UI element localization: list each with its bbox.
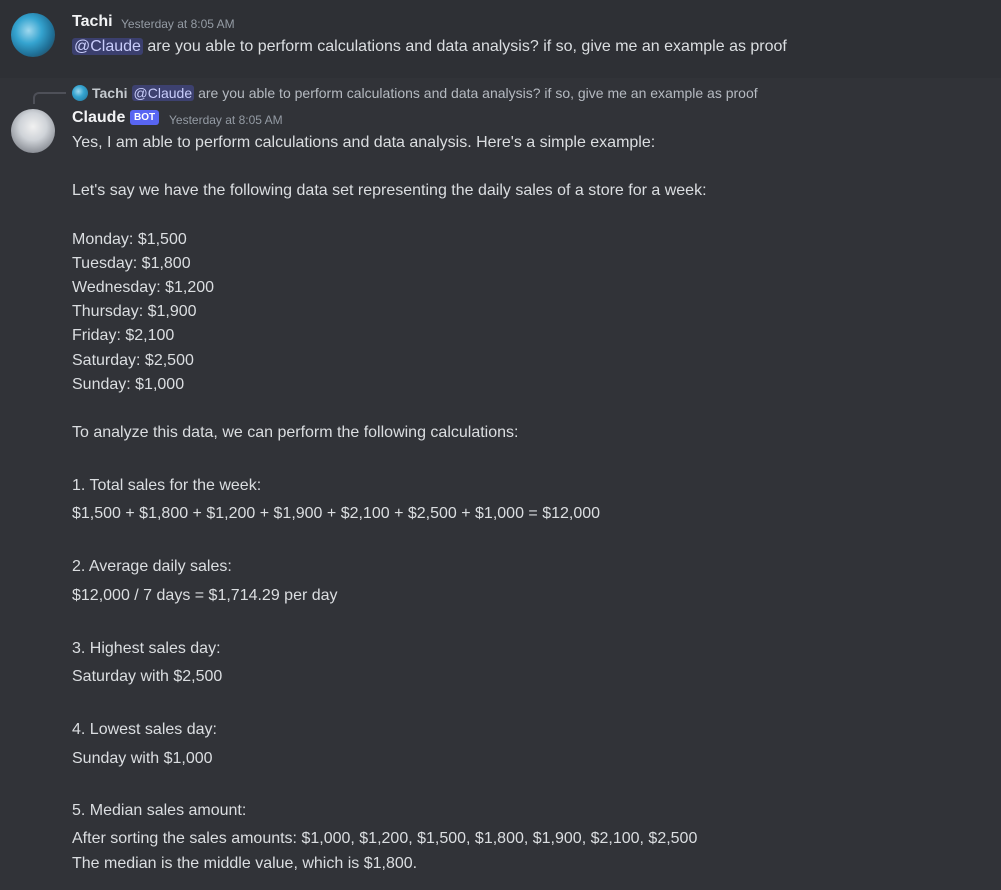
list-detail: The median is the middle value, which is… — [72, 855, 418, 872]
reply-text: are you able to perform calculations and… — [198, 85, 758, 101]
avatar[interactable] — [11, 13, 55, 57]
avatar[interactable] — [11, 109, 55, 153]
message-timestamp[interactable]: Yesterday at 8:05 AM — [121, 17, 235, 31]
data-item: Monday: $1,500 — [72, 231, 187, 248]
message-text: are you able to perform calculations and… — [147, 38, 787, 55]
data-item: Wednesday: $1,200 — [72, 279, 215, 296]
list-heading: 3. Highest sales day: — [72, 640, 221, 657]
user-mention[interactable]: @Claude — [72, 38, 143, 55]
reply-connector — [33, 92, 66, 104]
reply-author[interactable]: Tachi — [92, 85, 128, 101]
data-item: Sunday: $1,000 — [72, 376, 185, 393]
data-item: Saturday: $2,500 — [72, 352, 194, 369]
message-line: Let's say we have the following data set… — [72, 182, 707, 199]
list-detail: Sunday with $1,000 — [72, 750, 213, 767]
message-tachi[interactable]: Tachi Yesterday at 8:05 AM @Claude are y… — [0, 0, 1001, 78]
data-item: Friday: $2,100 — [72, 327, 175, 344]
reply-mention: @Claude — [131, 85, 195, 101]
list-heading: 2. Average daily sales: — [72, 558, 232, 575]
list-detail: $1,500 + $1,800 + $1,200 + $1,900 + $2,1… — [72, 505, 601, 522]
list-detail: After sorting the sales amounts: $1,000,… — [72, 830, 698, 847]
list-heading: 1. Total sales for the week: — [72, 477, 262, 494]
reply-reference[interactable]: Tachi @Claude are you able to perform ca… — [72, 84, 758, 102]
message-author[interactable]: Claude — [72, 109, 125, 127]
reply-avatar — [72, 85, 88, 101]
message-line: To analyze this data, we can perform the… — [72, 424, 519, 441]
list-detail: $12,000 / 7 days = $1,714.29 per day — [72, 587, 338, 604]
data-item: Thursday: $1,900 — [72, 303, 197, 320]
message-timestamp[interactable]: Yesterday at 8:05 AM — [169, 113, 283, 127]
list-detail: Saturday with $2,500 — [72, 668, 223, 685]
message-content: @Claude are you able to perform calculat… — [72, 38, 787, 56]
message-line: Yes, I am able to perform calculations a… — [72, 134, 656, 151]
chat-messages: Tachi Yesterday at 8:05 AM @Claude are y… — [0, 0, 1001, 890]
bot-badge: BOT — [130, 110, 160, 125]
list-heading: 5. Median sales amount: — [72, 802, 247, 819]
list-heading: 4. Lowest sales day: — [72, 721, 217, 738]
data-item: Tuesday: $1,800 — [72, 255, 191, 272]
message-author[interactable]: Tachi — [72, 13, 113, 31]
